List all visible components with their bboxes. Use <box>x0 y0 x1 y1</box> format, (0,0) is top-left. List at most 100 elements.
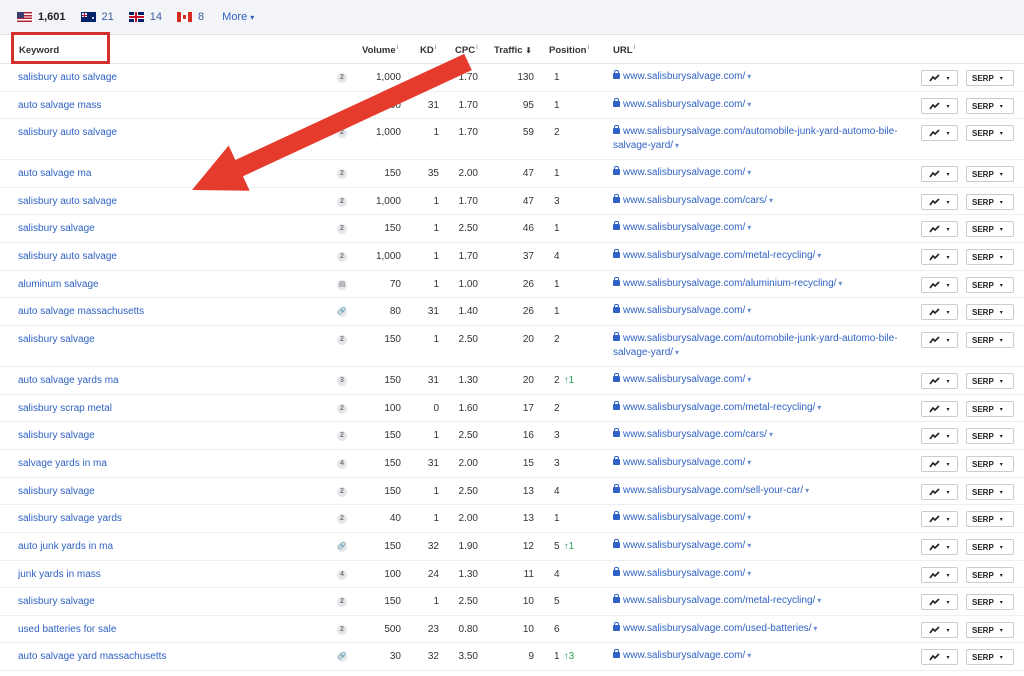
chevron-down-icon[interactable]: ▾ <box>747 306 751 315</box>
keyword-link[interactable]: salisbury salvage <box>18 596 95 607</box>
trend-button[interactable]: ▾ <box>921 511 958 527</box>
serp-button[interactable]: SERP ▾ <box>966 539 1014 555</box>
keyword-link[interactable]: salisbury salvage <box>18 223 95 234</box>
chevron-down-icon[interactable]: ▾ <box>747 72 751 81</box>
url-link[interactable]: www.salisburysalvage.com/automobile-junk… <box>613 125 913 153</box>
url-link[interactable]: www.salisburysalvage.com/automobile-junk… <box>613 332 913 360</box>
serp-button[interactable]: SERP ▾ <box>966 373 1014 389</box>
serp-button[interactable]: SERP ▾ <box>966 456 1014 472</box>
trend-button[interactable]: ▾ <box>921 70 958 86</box>
keyword-link[interactable]: auto junk yards in ma <box>18 541 113 552</box>
keyword-link[interactable]: auto salvage yard massachusetts <box>18 651 166 662</box>
trend-button[interactable]: ▾ <box>921 166 958 182</box>
keyword-link[interactable]: salvage yards in ma <box>18 458 107 469</box>
more-countries-button[interactable]: More ▾ <box>222 11 254 23</box>
serp-button[interactable]: SERP ▾ <box>966 166 1014 182</box>
keyword-link[interactable]: used batteries for sale <box>18 624 116 635</box>
chevron-down-icon[interactable]: ▾ <box>675 141 679 150</box>
header-kd[interactable]: KDi <box>420 45 436 56</box>
url-link[interactable]: www.salisburysalvage.com/▾ <box>613 166 913 180</box>
url-link[interactable]: www.salisburysalvage.com/▾ <box>613 98 913 112</box>
trend-button[interactable]: ▾ <box>921 567 958 583</box>
header-url[interactable]: URLi <box>613 45 635 56</box>
serp-button[interactable]: SERP ▾ <box>966 594 1014 610</box>
keyword-link[interactable]: aluminum salvage <box>18 279 99 290</box>
trend-button[interactable]: ▾ <box>921 194 958 210</box>
trend-button[interactable]: ▾ <box>921 428 958 444</box>
trend-button[interactable]: ▾ <box>921 373 958 389</box>
trend-button[interactable]: ▾ <box>921 332 958 348</box>
url-link[interactable]: www.salisburysalvage.com/used-batteries/… <box>613 622 913 636</box>
serp-button[interactable]: SERP ▾ <box>966 70 1014 86</box>
chevron-down-icon[interactable]: ▾ <box>747 458 751 467</box>
trend-button[interactable]: ▾ <box>921 249 958 265</box>
chevron-down-icon[interactable]: ▾ <box>817 251 821 260</box>
keyword-link[interactable]: salisbury auto salvage <box>18 72 117 83</box>
keyword-link[interactable]: salisbury scrap metal <box>18 403 112 414</box>
serp-button[interactable]: SERP ▾ <box>966 484 1014 500</box>
chevron-down-icon[interactable]: ▾ <box>817 403 821 412</box>
serp-button[interactable]: SERP ▾ <box>966 649 1014 665</box>
url-link[interactable]: www.salisburysalvage.com/▾ <box>613 539 913 553</box>
keyword-link[interactable]: salisbury salvage <box>18 430 95 441</box>
trend-button[interactable]: ▾ <box>921 484 958 500</box>
header-cpc[interactable]: CPCi <box>455 45 478 56</box>
url-link[interactable]: www.salisburysalvage.com/aluminium-recyc… <box>613 277 913 291</box>
keyword-link[interactable]: auto salvage ma <box>18 168 91 179</box>
trend-button[interactable]: ▾ <box>921 98 958 114</box>
trend-button[interactable]: ▾ <box>921 277 958 293</box>
header-traffic[interactable]: Traffic ⬇ <box>494 45 532 56</box>
chevron-down-icon[interactable]: ▾ <box>817 596 821 605</box>
url-link[interactable]: www.salisburysalvage.com/▾ <box>613 221 913 235</box>
url-link[interactable]: www.salisburysalvage.com/metal-recycling… <box>613 249 913 263</box>
keyword-link[interactable]: salisbury auto salvage <box>18 251 117 262</box>
url-link[interactable]: www.salisburysalvage.com/cars/▾ <box>613 194 913 208</box>
keyword-link[interactable]: salisbury auto salvage <box>18 127 117 138</box>
chevron-down-icon[interactable]: ▾ <box>769 430 773 439</box>
url-link[interactable]: www.salisburysalvage.com/metal-recycling… <box>613 594 913 608</box>
chevron-down-icon[interactable]: ▾ <box>747 223 751 232</box>
keyword-link[interactable]: junk yards in mass <box>18 569 101 580</box>
keyword-link[interactable]: auto salvage mass <box>18 100 101 111</box>
chevron-down-icon[interactable]: ▾ <box>813 624 817 633</box>
keyword-link[interactable]: salisbury salvage <box>18 334 95 345</box>
trend-button[interactable]: ▾ <box>921 456 958 472</box>
serp-button[interactable]: SERP ▾ <box>966 98 1014 114</box>
trend-button[interactable]: ▾ <box>921 539 958 555</box>
country-au[interactable]: 21 <box>80 11 114 23</box>
url-link[interactable]: www.salisburysalvage.com/metal-recycling… <box>613 401 913 415</box>
country-ca[interactable]: 8 <box>177 11 204 23</box>
chevron-down-icon[interactable]: ▾ <box>747 569 751 578</box>
url-link[interactable]: www.salisburysalvage.com/▾ <box>613 456 913 470</box>
serp-button[interactable]: SERP ▾ <box>966 511 1014 527</box>
chevron-down-icon[interactable]: ▾ <box>769 196 773 205</box>
chevron-down-icon[interactable]: ▾ <box>747 651 751 660</box>
serp-button[interactable]: SERP ▾ <box>966 622 1014 638</box>
trend-button[interactable]: ▾ <box>921 304 958 320</box>
keyword-link[interactable]: auto salvage yards ma <box>18 375 119 386</box>
keyword-link[interactable]: salisbury salvage <box>18 486 95 497</box>
chevron-down-icon[interactable]: ▾ <box>747 100 751 109</box>
trend-button[interactable]: ▾ <box>921 649 958 665</box>
chevron-down-icon[interactable]: ▾ <box>747 541 751 550</box>
url-link[interactable]: www.salisburysalvage.com/sell-your-car/▾ <box>613 484 913 498</box>
header-volume[interactable]: Volumei <box>362 45 398 56</box>
serp-button[interactable]: SERP ▾ <box>966 194 1014 210</box>
url-link[interactable]: www.salisburysalvage.com/▾ <box>613 567 913 581</box>
serp-button[interactable]: SERP ▾ <box>966 221 1014 237</box>
chevron-down-icon[interactable]: ▾ <box>675 348 679 357</box>
chevron-down-icon[interactable]: ▾ <box>805 486 809 495</box>
serp-button[interactable]: SERP ▾ <box>966 125 1014 141</box>
keyword-link[interactable]: salisbury salvage yards <box>18 513 122 524</box>
serp-button[interactable]: SERP ▾ <box>966 304 1014 320</box>
serp-button[interactable]: SERP ▾ <box>966 428 1014 444</box>
serp-button[interactable]: SERP ▾ <box>966 567 1014 583</box>
url-link[interactable]: www.salisburysalvage.com/cars/▾ <box>613 428 913 442</box>
trend-button[interactable]: ▾ <box>921 401 958 417</box>
serp-button[interactable]: SERP ▾ <box>966 277 1014 293</box>
trend-button[interactable]: ▾ <box>921 594 958 610</box>
serp-button[interactable]: SERP ▾ <box>966 332 1014 348</box>
url-link[interactable]: www.salisburysalvage.com/▾ <box>613 649 913 663</box>
chevron-down-icon[interactable]: ▾ <box>747 375 751 384</box>
chevron-down-icon[interactable]: ▾ <box>747 168 751 177</box>
